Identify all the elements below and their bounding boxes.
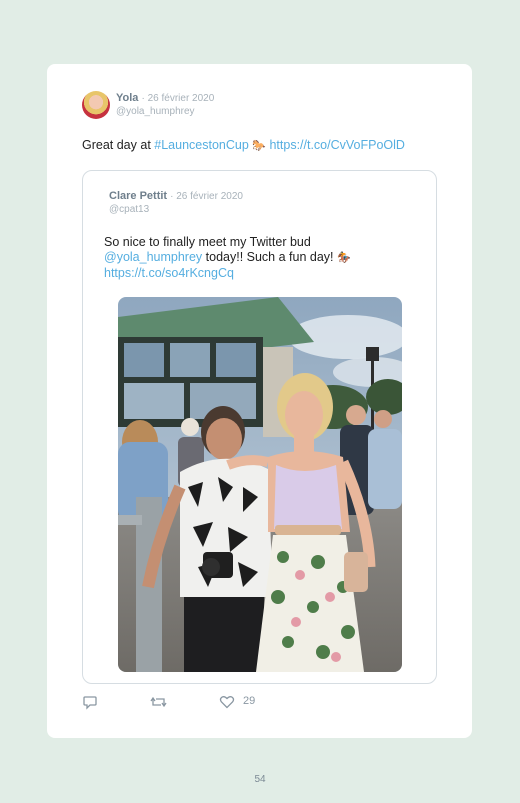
tweet-date: · 26 février 2020 [141, 93, 215, 104]
page-number: 54 [254, 774, 266, 785]
quoted-author-handle[interactable]: @cpat13 [109, 204, 149, 215]
quoted-text-after-mention: today!! Such a fun day! [202, 250, 337, 264]
quoted-author-name[interactable]: Clare Pettit [109, 190, 167, 202]
author-line: Yola · 26 février 2020 [116, 92, 214, 104]
quoted-tweet-date: · 26 février 2020 [170, 191, 243, 202]
quoted-tweet[interactable]: Clare Pettit · 26 février 2020 @cpat13 S… [82, 170, 437, 684]
jockey-emoji: 🏇 [336, 252, 351, 264]
tweet-link[interactable]: https://t.co/CvVoFPoOlD [269, 138, 404, 152]
quoted-text-line2: @yola_humphrey today!! Such a fun day! 🏇 [104, 250, 419, 266]
retweet-icon[interactable] [150, 694, 167, 710]
quoted-tweet-link[interactable]: https://t.co/so4rKcngCq [104, 266, 419, 281]
tweet-actions: 29 [82, 694, 282, 712]
tweet-card: Yola · 26 février 2020 @yola_humphrey Gr… [47, 64, 472, 738]
like-count: 29 [243, 695, 256, 707]
heart-icon[interactable] [219, 694, 235, 710]
tweet-text-prefix: Great day at [82, 138, 155, 152]
horse-emoji: 🐎 [252, 140, 266, 152]
reply-icon[interactable] [82, 694, 98, 710]
hashtag-link[interactable]: #LauncestonCup [154, 138, 249, 152]
avatar[interactable] [82, 91, 110, 119]
quoted-author-line: Clare Pettit · 26 février 2020 [109, 190, 243, 202]
mention-link[interactable]: @yola_humphrey [104, 250, 202, 264]
quoted-tweet-photo[interactable] [118, 297, 402, 672]
quoted-tweet-header: Clare Pettit · 26 février 2020 @cpat13 [109, 190, 243, 215]
photo-illustration [118, 297, 402, 672]
author-name[interactable]: Yola [116, 92, 138, 104]
tweet-text: Great day at #LauncestonCup 🐎 https://t.… [82, 138, 405, 152]
author-handle[interactable]: @yola_humphrey [116, 106, 195, 117]
quoted-tweet-text: So nice to finally meet my Twitter bud @… [104, 235, 419, 281]
quoted-text-line1: So nice to finally meet my Twitter bud [104, 235, 311, 249]
